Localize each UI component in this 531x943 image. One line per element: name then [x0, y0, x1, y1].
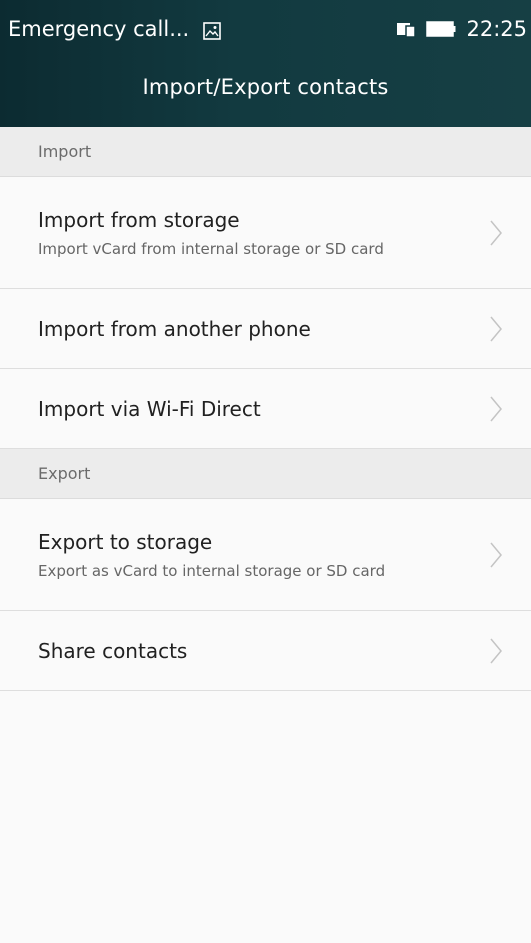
- list-item-export-to-storage[interactable]: Export to storage Export as vCard to int…: [0, 499, 531, 611]
- screen: Emergency call... 22:25 Import/Export co…: [0, 0, 531, 943]
- list-item-title: Export to storage: [38, 529, 213, 554]
- page-title: Import/Export contacts: [142, 75, 389, 99]
- list-item-title: Import from another phone: [38, 316, 311, 341]
- list-item-import-from-another-phone[interactable]: Import from another phone: [0, 289, 531, 369]
- status-bar: Emergency call... 22:25: [0, 0, 531, 60]
- list-item-title: Share contacts: [38, 638, 188, 663]
- status-right: 22:25: [396, 16, 527, 42]
- carrier-text: Emergency call...: [8, 17, 190, 41]
- image-notification-icon: [203, 20, 222, 40]
- list-item-title: Import from storage: [38, 207, 240, 232]
- chevron-right-icon: [490, 316, 502, 341]
- sim-card-icon: [396, 20, 417, 38]
- chevron-right-icon: [490, 220, 502, 245]
- battery-icon: [426, 21, 456, 37]
- list-item-import-via-wifi-direct[interactable]: Import via Wi-Fi Direct: [0, 369, 531, 449]
- chevron-right-icon: [490, 396, 502, 421]
- list-item-title: Import via Wi-Fi Direct: [38, 396, 261, 421]
- settings-list: Import Import from storage Import vCard …: [0, 127, 531, 691]
- status-left: Emergency call...: [8, 16, 222, 42]
- section-header-import: Import: [0, 127, 531, 177]
- list-item-subtitle: Import vCard from internal storage or SD…: [38, 239, 384, 258]
- section-header-export: Export: [0, 449, 531, 499]
- status-time: 22:25: [466, 17, 527, 41]
- list-item-subtitle: Export as vCard to internal storage or S…: [38, 561, 386, 580]
- list-item-share-contacts[interactable]: Share contacts: [0, 611, 531, 691]
- chevron-right-icon: [490, 638, 502, 663]
- list-item-import-from-storage[interactable]: Import from storage Import vCard from in…: [0, 177, 531, 289]
- app-header: Emergency call... 22:25 Import/Export co…: [0, 0, 531, 127]
- chevron-right-icon: [490, 542, 502, 567]
